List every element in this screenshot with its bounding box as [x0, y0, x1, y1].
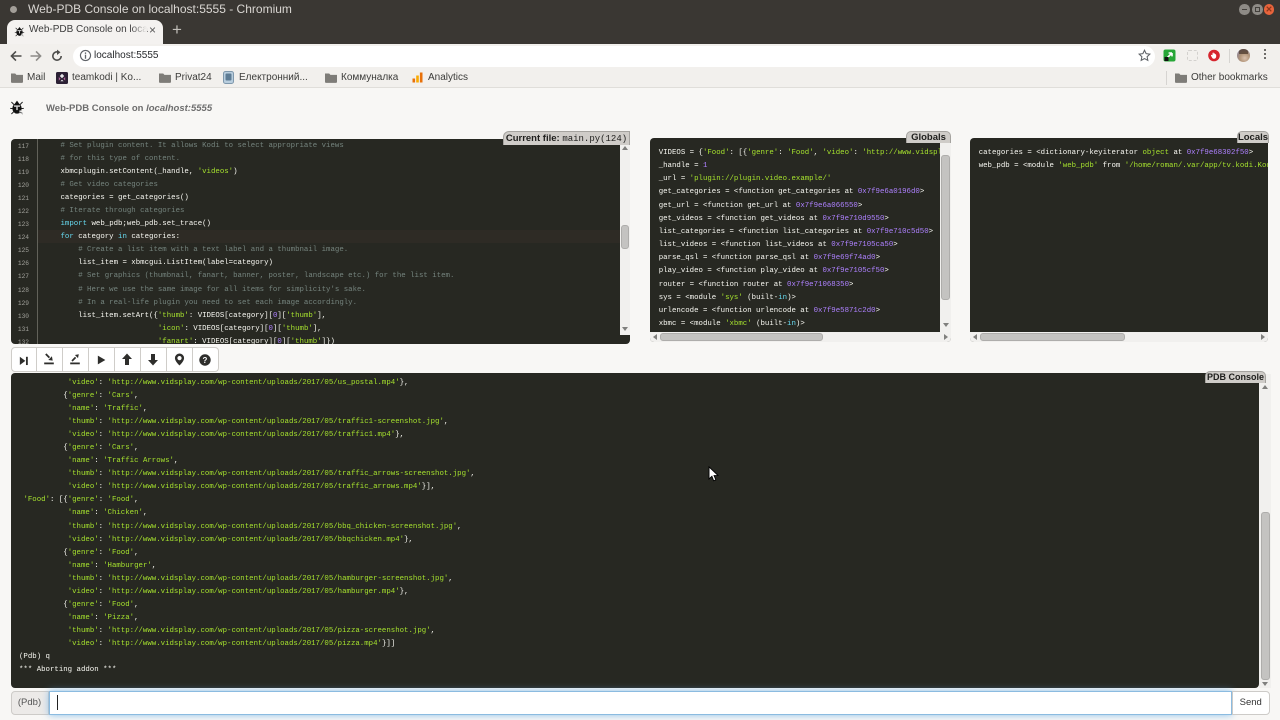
- svg-text:?: ?: [203, 355, 208, 364]
